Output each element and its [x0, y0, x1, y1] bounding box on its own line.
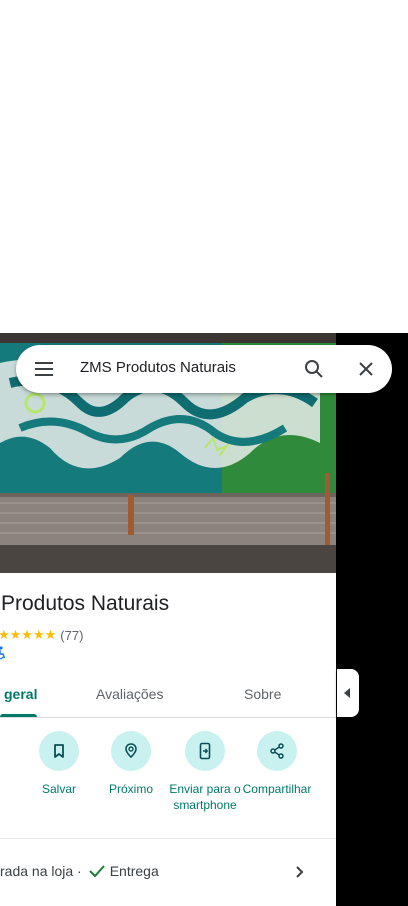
- review-count[interactable]: (77): [60, 628, 83, 643]
- service-option-text: rada na loja ·: [0, 863, 82, 879]
- save-label: Salvar: [41, 782, 76, 796]
- save-button[interactable]: Salvar: [19, 731, 99, 797]
- send-to-phone-button[interactable]: Enviar para o smartphone: [165, 731, 245, 813]
- active-tab-indicator: [0, 714, 37, 717]
- blank-area: [0, 0, 408, 333]
- wheelchair-icon: [0, 646, 6, 660]
- share-icon: [270, 743, 284, 759]
- chevron-right-icon[interactable]: [289, 862, 309, 882]
- search-icon[interactable]: [302, 357, 326, 381]
- delivery-label: Entrega: [109, 863, 159, 879]
- bookmark-icon: [54, 744, 64, 758]
- action-buttons: s Salvar Próximo: [0, 731, 336, 836]
- map-area[interactable]: [336, 333, 408, 906]
- close-icon[interactable]: [354, 357, 378, 381]
- place-title: Produtos Naturais: [1, 592, 170, 615]
- tab-reviews[interactable]: Avaliações: [96, 686, 163, 702]
- rating-stars: ★★★★★: [0, 627, 57, 642]
- menu-icon[interactable]: [32, 357, 56, 381]
- tab-overview[interactable]: geral: [4, 686, 37, 702]
- caret-left-icon: [344, 688, 350, 698]
- collapse-panel-button[interactable]: [337, 669, 359, 717]
- search-input[interactable]: ZMS Produtos Naturais: [80, 359, 236, 376]
- share-label: Compartilhar: [242, 782, 312, 796]
- nearby-button[interactable]: Próximo: [91, 731, 171, 797]
- place-panel: Produtos Naturais ★★★★★ (77) geral Avali…: [0, 333, 336, 906]
- share-button[interactable]: Compartilhar: [237, 731, 317, 797]
- send-to-phone-icon: [199, 742, 211, 760]
- rating-row[interactable]: ★★★★★ (77): [0, 626, 83, 644]
- check-icon: [89, 865, 105, 878]
- nearby-icon: [125, 743, 137, 759]
- service-options-row[interactable]: rada na loja · Entrega: [0, 863, 159, 879]
- place-tabs: geral Avaliações Sobre: [0, 673, 336, 718]
- send-to-phone-label: Enviar para o smartphone: [169, 782, 241, 812]
- divider: [0, 838, 336, 839]
- tab-about[interactable]: Sobre: [244, 686, 281, 702]
- search-box[interactable]: ZMS Produtos Naturais: [16, 345, 392, 393]
- nearby-label: Próximo: [108, 782, 153, 796]
